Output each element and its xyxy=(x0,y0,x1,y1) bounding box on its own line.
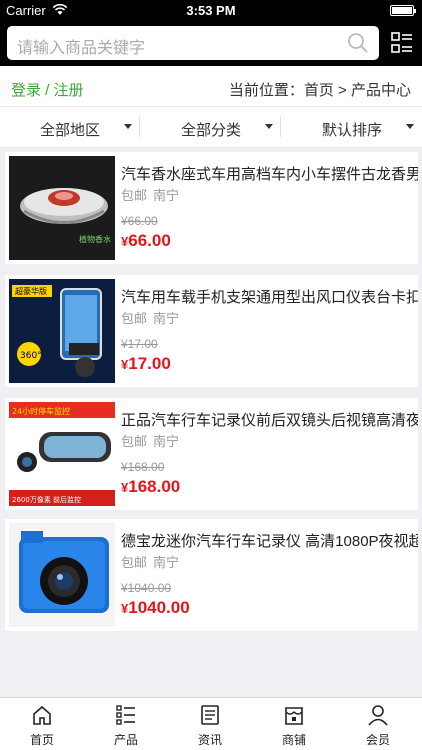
product-card[interactable]: 24小时停车监控 2600万像素 前后监控 正品汽车行车记录仪前后双镜头后视镜高… xyxy=(5,398,418,510)
search-icon[interactable] xyxy=(347,32,369,54)
product-meta: 包邮 南宁 xyxy=(121,185,185,204)
user-icon xyxy=(368,705,388,726)
original-price: ¥66.00 xyxy=(121,214,158,228)
product-price: ¥168.00 xyxy=(121,477,181,496)
tab-home-label: 首页 xyxy=(29,733,54,747)
svg-text:360°: 360° xyxy=(20,351,42,361)
product-title[interactable]: 德宝龙迷你汽车行车记录仪 高清1080P夜视超 xyxy=(121,530,418,551)
current-position: 当前位置：首页 > 产品中心 xyxy=(228,82,411,99)
location-label: 南宁 xyxy=(153,311,180,326)
product-price: ¥1040.00 xyxy=(121,598,190,617)
news-icon xyxy=(201,705,219,725)
product-meta: 包邮 南宁 xyxy=(121,552,185,571)
tab-products[interactable]: 产品 xyxy=(84,698,168,750)
product-price: ¥17.00 xyxy=(121,354,171,373)
tab-member-label: 会员 xyxy=(365,733,390,747)
login-register-link[interactable]: 登录 / 注册 xyxy=(11,79,84,100)
dropdown-arrow-icon xyxy=(406,124,414,129)
tab-news-label: 资讯 xyxy=(197,733,222,747)
search-placeholder: 请输入商品关键字 xyxy=(17,40,146,57)
filter-sort[interactable]: 默认排序 xyxy=(282,107,422,147)
product-meta: 包邮 南宁 xyxy=(121,308,185,327)
clock: 3:53 PM xyxy=(186,3,236,18)
search-input[interactable]: 请输入商品关键字 xyxy=(7,26,379,60)
dropdown-arrow-icon xyxy=(124,124,132,129)
tab-member[interactable]: 会员 xyxy=(336,698,420,750)
original-price: ¥17.00 xyxy=(121,337,158,351)
product-price: ¥66.00 xyxy=(121,231,171,250)
tab-shops[interactable]: 商铺 xyxy=(252,698,336,750)
svg-text:植物香水: 植物香水 xyxy=(79,234,111,244)
location-label: 南宁 xyxy=(153,555,180,570)
home-icon xyxy=(33,705,51,725)
bottom-tab-bar: 首页 产品 资讯 商铺 会员 xyxy=(0,697,422,750)
svg-text:超豪华版: 超豪华版 xyxy=(15,286,47,296)
battery-icon xyxy=(390,5,416,16)
shipping-label: 包邮 xyxy=(121,311,148,326)
svg-text:2600万像素 前后监控: 2600万像素 前后监控 xyxy=(12,495,81,504)
tab-products-label: 产品 xyxy=(113,733,138,747)
filter-category-label: 全部分类 xyxy=(180,122,241,139)
filter-sort-label: 默认排序 xyxy=(321,122,382,139)
svg-text:24小时停车监控: 24小时停车监控 xyxy=(12,406,70,416)
product-title[interactable]: 汽车香水座式车用高档车内小车摆件古龙香男 xyxy=(121,163,418,184)
original-price: ¥168.00 xyxy=(121,460,165,474)
filter-region-label: 全部地区 xyxy=(39,122,100,139)
filter-category[interactable]: 全部分类 xyxy=(141,107,281,147)
shipping-label: 包邮 xyxy=(121,188,148,203)
product-image-phone-holder: 超豪华版 360° xyxy=(9,279,115,383)
location-label: 南宁 xyxy=(153,188,180,203)
list-icon xyxy=(116,705,135,725)
shipping-label: 包邮 xyxy=(121,555,148,570)
product-title[interactable]: 汽车用车载手机支架通用型出风口仪表台卡扣 xyxy=(121,286,418,307)
product-meta: 包邮 南宁 xyxy=(121,431,185,450)
product-image-perfume: 植物香水 xyxy=(9,156,115,260)
shipping-label: 包邮 xyxy=(121,434,148,449)
product-card[interactable]: 超豪华版 360° 汽车用车载手机支架通用型出风口仪表台卡扣 包邮 南宁 ¥17.… xyxy=(5,275,418,387)
filter-region[interactable]: 全部地区 xyxy=(0,107,140,147)
category-menu-icon[interactable] xyxy=(391,32,413,54)
product-image-mirror-recorder: 24小时停车监控 2600万像素 前后监控 xyxy=(9,402,115,506)
tab-home[interactable]: 首页 xyxy=(0,698,84,750)
tab-news[interactable]: 资讯 xyxy=(168,698,252,750)
status-bar: Carrier 3:53 PM xyxy=(0,0,422,22)
location-label: 南宁 xyxy=(153,434,180,449)
breadcrumb: 登录 / 注册 当前位置：首页 > 产品中心 xyxy=(0,66,422,106)
original-price: ¥1040.00 xyxy=(121,581,172,595)
header: 请输入商品关键字 xyxy=(0,22,422,66)
filter-bar: 全部地区 全部分类 默认排序 xyxy=(0,106,422,148)
dropdown-arrow-icon xyxy=(265,124,273,129)
product-card[interactable]: 植物香水 汽车香水座式车用高档车内小车摆件古龙香男 包邮 南宁 ¥66.00 ¥6… xyxy=(5,152,418,264)
product-image-dash-camera xyxy=(9,523,115,627)
product-card[interactable]: 德宝龙迷你汽车行车记录仪 高清1080P夜视超 包邮 南宁 ¥1040.00 ¥1… xyxy=(5,519,418,631)
shop-icon xyxy=(285,707,303,725)
tab-shops-label: 商铺 xyxy=(281,733,306,747)
product-title[interactable]: 正品汽车行车记录仪前后双镜头后视镜高清夜 xyxy=(121,409,418,430)
